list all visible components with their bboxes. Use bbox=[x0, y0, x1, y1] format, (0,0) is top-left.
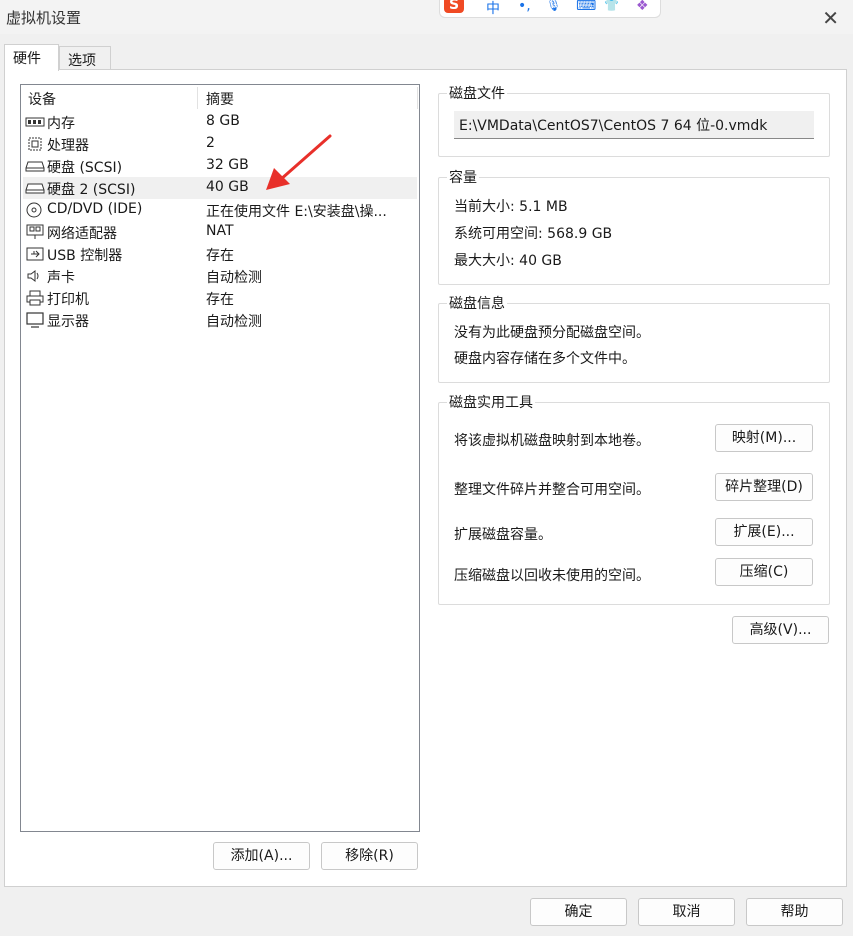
device-row-display[interactable]: 显示器 自动检测 bbox=[23, 309, 417, 331]
device-row-processor[interactable]: 处理器 2 bbox=[23, 133, 417, 155]
title-bar: 虚拟机设置 ✕ bbox=[0, 0, 853, 34]
disk-file-path-field[interactable]: E:\VMData\CentOS7\CentOS 7 64 位-0.vmdk bbox=[454, 111, 814, 139]
map-description: 将该虚拟机磁盘映射到本地卷。 bbox=[454, 433, 650, 449]
device-list[interactable]: 设备 摘要 内存 8 GB 处理器 2 硬盘 (SCSI) 32 GB 硬盘 2… bbox=[20, 84, 420, 832]
device-summary: 自动检测 bbox=[206, 314, 262, 330]
disk-utilities-group: 磁盘实用工具 将该虚拟机磁盘映射到本地卷。 映射(M)... 整理文件碎片并整合… bbox=[438, 392, 830, 605]
device-name: 网络适配器 bbox=[47, 226, 117, 242]
group-title: 磁盘信息 bbox=[447, 293, 507, 313]
apps-icon[interactable]: ❖ bbox=[636, 0, 649, 14]
column-header-device[interactable]: 设备 bbox=[28, 89, 56, 109]
device-name: 处理器 bbox=[47, 138, 89, 154]
device-name: 硬盘 (SCSI) bbox=[47, 160, 123, 176]
device-row-usb-controller[interactable]: USB 控制器 存在 bbox=[23, 243, 417, 265]
device-name: 显示器 bbox=[47, 314, 89, 330]
group-title: 容量 bbox=[447, 167, 479, 187]
disk-info-line: 硬盘内容存储在多个文件中。 bbox=[454, 351, 636, 367]
disk-file-group: 磁盘文件 E:\VMData\CentOS7\CentOS 7 64 位-0.v… bbox=[438, 83, 830, 157]
device-row-network-adapter[interactable]: 网络适配器 NAT bbox=[23, 221, 417, 243]
cd-dvd-icon bbox=[26, 202, 42, 218]
window-title: 虚拟机设置 bbox=[6, 9, 82, 27]
device-summary: 正在使用文件 E:\安装盘\操... bbox=[206, 204, 387, 220]
add-button[interactable]: 添加(A)... bbox=[213, 842, 310, 870]
group-title: 磁盘实用工具 bbox=[447, 392, 535, 412]
compact-description: 压缩磁盘以回收未使用的空间。 bbox=[454, 568, 650, 584]
device-row-sound-card[interactable]: 声卡 自动检测 bbox=[23, 265, 417, 287]
disk-info-group: 磁盘信息 没有为此硬盘预分配磁盘空间。 硬盘内容存储在多个文件中。 bbox=[438, 293, 830, 383]
column-header-summary[interactable]: 摘要 bbox=[206, 89, 234, 109]
ime-language-toggle[interactable]: 中 bbox=[486, 0, 500, 18]
expand-description: 扩展磁盘容量。 bbox=[454, 527, 552, 543]
defragment-button[interactable]: 碎片整理(D) bbox=[715, 473, 813, 501]
device-summary: NAT bbox=[206, 223, 234, 239]
tab-hardware[interactable]: 硬件 bbox=[4, 44, 59, 71]
map-button[interactable]: 映射(M)... bbox=[715, 424, 813, 452]
device-row-memory[interactable]: 内存 8 GB bbox=[23, 111, 417, 133]
device-name: 声卡 bbox=[47, 270, 75, 286]
monitor-icon bbox=[26, 312, 44, 328]
device-row-cd-dvd[interactable]: CD/DVD (IDE) 正在使用文件 E:\安装盘\操... bbox=[23, 199, 417, 221]
usb-icon bbox=[26, 247, 44, 261]
max-size-text: 最大大小: 40 GB bbox=[454, 253, 562, 269]
microphone-icon[interactable]: 🎙 bbox=[546, 0, 561, 12]
device-name: 内存 bbox=[47, 116, 75, 132]
capacity-group: 容量 当前大小: 5.1 MB 系统可用空间: 568.9 GB 最大大小: 4… bbox=[438, 167, 830, 285]
device-summary: 存在 bbox=[206, 292, 234, 308]
ime-toolbar[interactable]: S 中 •, 🎙 ⌨ 👕 ❖ bbox=[439, 0, 661, 18]
column-divider[interactable] bbox=[197, 87, 198, 109]
device-row-harddisk-scsi[interactable]: 硬盘 (SCSI) 32 GB bbox=[23, 155, 417, 177]
device-summary: 自动检测 bbox=[206, 270, 262, 286]
ok-button[interactable]: 确定 bbox=[530, 898, 627, 926]
device-summary: 2 bbox=[206, 135, 215, 151]
device-row-harddisk-2-scsi[interactable]: 硬盘 2 (SCSI) 40 GB bbox=[23, 177, 417, 199]
device-summary: 32 GB bbox=[206, 157, 249, 173]
group-title: 磁盘文件 bbox=[447, 83, 507, 103]
close-icon[interactable]: ✕ bbox=[822, 6, 839, 30]
current-size-text: 当前大小: 5.1 MB bbox=[454, 199, 568, 215]
speaker-icon bbox=[27, 270, 39, 282]
keyboard-icon[interactable]: ⌨ bbox=[576, 0, 596, 14]
defrag-description: 整理文件碎片并整合可用空间。 bbox=[454, 482, 650, 498]
skin-icon[interactable]: 👕 bbox=[604, 0, 619, 12]
device-name: 硬盘 2 (SCSI) bbox=[47, 182, 136, 198]
expand-button[interactable]: 扩展(E)... bbox=[715, 518, 813, 546]
harddisk-icon bbox=[25, 183, 45, 194]
compact-button[interactable]: 压缩(C) bbox=[715, 558, 813, 586]
memory-icon bbox=[25, 117, 45, 127]
device-name: USB 控制器 bbox=[47, 248, 123, 264]
processor-icon bbox=[28, 137, 42, 151]
disk-info-line: 没有为此硬盘预分配磁盘空间。 bbox=[454, 325, 650, 341]
printer-icon bbox=[26, 290, 44, 306]
ime-logo-icon[interactable]: S bbox=[444, 0, 465, 13]
ime-punctuation-icon[interactable]: •, bbox=[518, 0, 531, 14]
device-summary: 存在 bbox=[206, 248, 234, 264]
cancel-button[interactable]: 取消 bbox=[638, 898, 735, 926]
help-button[interactable]: 帮助 bbox=[746, 898, 843, 926]
device-name: 打印机 bbox=[47, 292, 89, 308]
tab-options[interactable]: 选项 bbox=[59, 46, 111, 70]
column-divider[interactable] bbox=[417, 87, 418, 109]
harddisk-icon bbox=[25, 161, 45, 172]
device-name: CD/DVD (IDE) bbox=[47, 201, 143, 217]
remove-button[interactable]: 移除(R) bbox=[321, 842, 418, 870]
device-row-printer[interactable]: 打印机 存在 bbox=[23, 287, 417, 309]
advanced-button[interactable]: 高级(V)... bbox=[732, 616, 829, 644]
device-summary: 40 GB bbox=[206, 179, 249, 195]
device-summary: 8 GB bbox=[206, 113, 240, 129]
system-available-text: 系统可用空间: 568.9 GB bbox=[454, 226, 613, 242]
network-icon bbox=[26, 224, 44, 239]
